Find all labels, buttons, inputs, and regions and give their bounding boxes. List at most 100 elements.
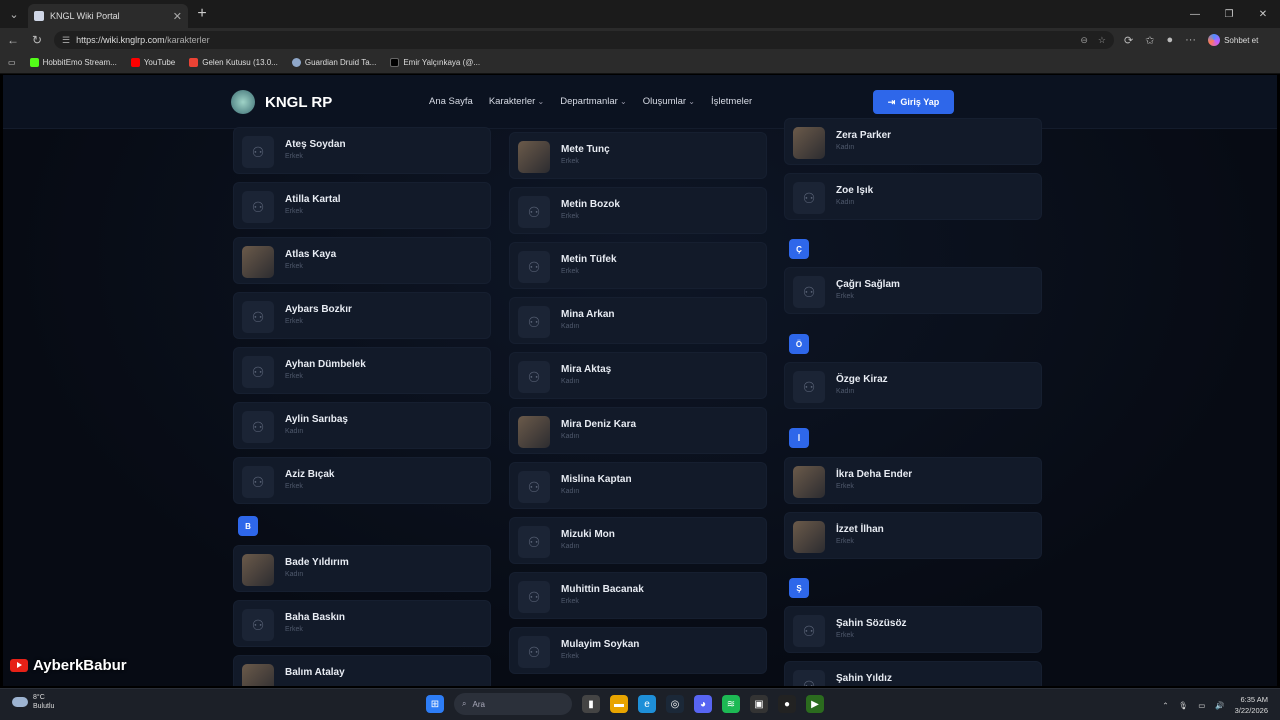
login-button[interactable]: ⇥ Giriş Yap [873,90,954,114]
letter-heading: Ş [789,578,809,598]
taskbar-search[interactable]: ⌕ Ara [454,693,572,715]
character-card[interactable]: İzzet İlhan Erkek [784,512,1042,559]
favorites-icon[interactable]: ✩ [1145,34,1154,47]
character-card[interactable]: ⚇ Baha Baskın Erkek [233,600,491,647]
search-icon: ⌕ [462,699,467,708]
site-info-icon[interactable]: ☰ [62,35,70,46]
character-card[interactable]: Atlas Kaya Erkek [233,237,491,284]
character-card[interactable]: ⚇ Atilla Kartal Erkek [233,182,491,229]
minimize-icon[interactable]: — [1178,9,1212,20]
spotify-icon[interactable]: ≋ [722,695,740,713]
character-card[interactable]: ⚇ Zoe Işık Kadın [784,173,1042,220]
character-gender: Erkek [285,318,303,325]
character-card[interactable]: ⚇ Metin Tüfek Erkek [509,242,767,289]
terminal-icon[interactable]: ▣ [750,695,768,713]
character-card[interactable]: ⚇ Mira Aktaş Kadın [509,352,767,399]
character-card[interactable]: Balım Atalay [233,655,491,686]
taskbar: 8°C Bulutlu ⊞ ⌕ Ara ▮ ▬ e ◎ ◕ ≋ ▣ ● ▶ ⌃ 🎙 … [0,688,1280,720]
character-card[interactable]: Mira Deniz Kara Kadın [509,407,767,454]
character-card[interactable]: ⚇ Ayhan Dümbelek Erkek [233,347,491,394]
character-name: Aylin Sarıbaş [285,414,348,425]
bookmark-item[interactable]: YouTube [130,58,175,67]
character-gender: Erkek [561,268,579,275]
character-name: Metin Tüfek [561,254,617,265]
channel-watermark: AyberkBabur [10,657,127,674]
back-icon[interactable]: ← [6,33,20,47]
character-card[interactable]: ⚇ Aziz Bıçak Erkek [233,457,491,504]
character-gender: Erkek [285,483,303,490]
character-card[interactable]: ⚇ Aybars Bozkır Erkek [233,292,491,339]
task-view-icon[interactable]: ▮ [582,695,600,713]
more-icon[interactable]: ··· [1185,34,1196,46]
letter-heading: Ç [789,239,809,259]
character-avatar [793,466,825,498]
character-card[interactable]: ⚇ Metin Bozok Erkek [509,187,767,234]
character-card[interactable]: ⚇ Çağrı Sağlam Erkek [784,267,1042,314]
character-name: Atilla Kartal [285,194,341,205]
character-card[interactable]: ⚇ Mislina Kaptan Kadın [509,462,767,509]
character-avatar [242,554,274,586]
profile-icon[interactable]: ● [1166,34,1173,46]
copilot-chat-button[interactable]: Sohbet et [1208,34,1258,46]
system-tray: ⌃ 🎙 ▭ 🔊 6:35 AM 3/22/2026 [1162,694,1268,716]
browser-tab[interactable]: KNGL Wiki Portal ✕ [28,4,188,28]
edge-icon[interactable]: e [638,695,656,713]
start-icon[interactable]: ⊞ [426,695,444,713]
bookmark-item[interactable]: Emir Yalçınkaya (@... [390,58,480,67]
restore-icon[interactable]: ❐ [1212,9,1246,20]
character-gender: Erkek [285,263,303,270]
character-card[interactable]: ⚇ Şahin Sözüsöz Erkek [784,606,1042,653]
reload-icon[interactable]: ↻ [30,33,44,47]
user-icon: ⚇ [242,136,274,168]
character-card[interactable]: Bade Yıldırım Kadın [233,545,491,592]
character-card[interactable]: ⚇ Özge Kiraz Kadın [784,362,1042,409]
close-tab-icon[interactable]: ✕ [173,10,182,23]
character-card[interactable]: ⚇ Mulayim Soykan Erkek [509,627,767,674]
menu-home[interactable]: Ana Sayfa [429,96,473,107]
obs-icon[interactable]: ● [778,695,796,713]
menu-departments[interactable]: Departmanlar [560,96,627,107]
bookmarks-toggle-icon[interactable]: ▭ [8,58,16,67]
tab-list-button[interactable]: ⌄ [0,0,28,28]
character-card[interactable]: ⚇ Aylin Sarıbaş Kadın [233,402,491,449]
network-icon[interactable]: ▭ [1198,701,1205,710]
menu-businesses[interactable]: İşletmeler [711,96,752,107]
bookmark-item[interactable]: Gelen Kutusu (13.0... [189,58,278,67]
character-gender: Erkek [561,158,579,165]
character-name: Mina Arkan [561,309,615,320]
steam-icon[interactable]: ◎ [666,695,684,713]
file-explorer-icon[interactable]: ▬ [610,695,628,713]
character-card[interactable]: ⚇ Muhittin Bacanak Erkek [509,572,767,619]
character-card[interactable]: İkra Deha Ender Erkek [784,457,1042,504]
favorite-star-icon[interactable]: ☆ [1098,35,1106,46]
extensions-icon[interactable]: ⟳ [1124,34,1133,47]
bookmark-item[interactable]: Guardian Druid Ta... [291,58,377,67]
character-card[interactable]: ⚇ Ateş Soydan Erkek [233,127,491,174]
volume-icon[interactable]: 🔊 [1215,701,1224,710]
menu-characters[interactable]: Karakterler [489,96,544,107]
user-icon: ⚇ [242,609,274,641]
character-card[interactable]: Mete Tunç Erkek [509,132,767,179]
menu-organizations[interactable]: Oluşumlar [643,96,695,107]
title-bar: ⌄ KNGL Wiki Portal ✕ + — ❐ ✕ [0,0,1280,28]
weather-widget[interactable]: 8°C Bulutlu [12,693,54,711]
character-card[interactable]: ⚇ Mizuki Mon Kadın [509,517,767,564]
character-avatar [242,246,274,278]
reader-icon[interactable]: ⊖ [1080,35,1088,46]
user-icon: ⚇ [793,371,825,403]
tray-overflow-icon[interactable]: ⌃ [1162,701,1168,710]
site-logo[interactable]: KNGL RP [231,90,332,114]
character-card[interactable]: ⚇ Mina Arkan Kadın [509,297,767,344]
bookmark-item[interactable]: HobbitEmo Stream... [29,58,117,67]
app-icon[interactable]: ▶ [806,695,824,713]
clock[interactable]: 6:35 AM 3/22/2026 [1235,694,1268,716]
url-input[interactable]: ☰ https://wiki.knglrp.com/karakterler ⊖ ☆ [54,31,1114,49]
character-avatar [793,521,825,553]
character-card[interactable]: Zera Parker Kadın [784,118,1042,165]
character-card[interactable]: ⚇ Şahin Yıldız [784,661,1042,686]
discord-icon[interactable]: ◕ [694,695,712,713]
new-tab-button[interactable]: + [188,5,216,23]
close-window-icon[interactable]: ✕ [1246,9,1280,20]
bookmark-label: Guardian Druid Ta... [304,58,377,67]
mic-icon[interactable]: 🎙 [1179,701,1189,710]
